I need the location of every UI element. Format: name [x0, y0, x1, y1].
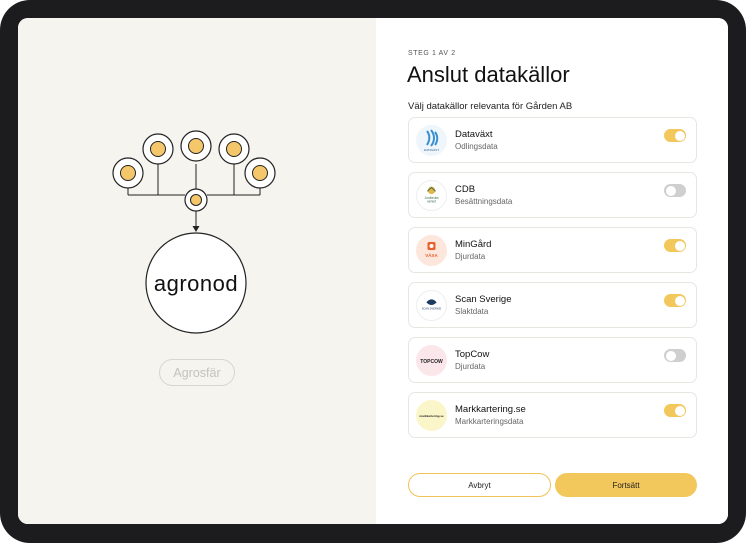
source-toggle-cdb[interactable]: [664, 184, 686, 197]
source-card-cdb[interactable]: Jordbruks verket CDB Besättningsdata: [408, 172, 697, 218]
svg-text:markkartering.se: markkartering.se: [419, 414, 444, 418]
topcow-logo-icon: TOPCOW: [416, 345, 447, 376]
hub-node: [184, 188, 208, 212]
source-card-datavaxt[interactable]: DATAVÄXT Dataväxt Odlingsdata: [408, 117, 697, 163]
markkartering-logo-icon: markkartering.se: [416, 400, 447, 431]
source-node-4: [218, 133, 250, 165]
source-name: Markkartering.se: [455, 404, 526, 415]
source-card-markkartering[interactable]: markkartering.se Markkartering.se Markka…: [408, 392, 697, 438]
source-toggle-markkartering[interactable]: [664, 404, 686, 417]
screen: agronod Agrosfär STEG 1 AV 2 Anslut data…: [18, 18, 728, 524]
source-name: CDB: [455, 184, 476, 195]
source-name: Dataväxt: [455, 129, 493, 140]
continue-button[interactable]: Fortsätt: [555, 473, 697, 497]
source-node-2: [142, 133, 174, 165]
source-name: Scan Sverige: [455, 294, 512, 305]
source-description: Markkarteringsdata: [455, 417, 524, 426]
source-card-mingard[interactable]: VÄXA MinGård Djurdata: [408, 227, 697, 273]
datavaxt-logo-icon: DATAVÄXT: [416, 125, 447, 156]
source-description: Djurdata: [455, 362, 486, 371]
source-name: MinGård: [455, 239, 492, 250]
source-name: TopCow: [455, 349, 490, 360]
vaxa-logo-icon: VÄXA: [416, 235, 447, 266]
source-toggle-scan-sverige[interactable]: [664, 294, 686, 307]
source-node-3: [180, 130, 212, 162]
jordbruksverket-logo-icon: Jordbruks verket: [416, 180, 447, 211]
source-card-topcow[interactable]: TOPCOW TopCow Djurdata: [408, 337, 697, 383]
left-panel: agronod Agrosfär: [18, 18, 376, 524]
source-toggle-mingard[interactable]: [664, 239, 686, 252]
data-flow-diagram: agronod: [112, 130, 276, 334]
right-panel: STEG 1 AV 2 Anslut datakällor Välj datak…: [376, 18, 728, 524]
source-description: Odlingsdata: [455, 142, 498, 151]
page-title: Anslut datakällor: [407, 62, 570, 87]
source-description: Besättningsdata: [455, 197, 513, 206]
source-toggle-datavaxt[interactable]: [664, 129, 686, 142]
source-description: Slaktdata: [455, 307, 489, 316]
step-indicator: STEG 1 AV 2: [408, 50, 456, 57]
svg-text:VÄXA: VÄXA: [425, 252, 438, 258]
source-toggle-topcow[interactable]: [664, 349, 686, 362]
cancel-button[interactable]: Avbryt: [408, 473, 551, 497]
tablet-frame: agronod Agrosfär STEG 1 AV 2 Anslut data…: [0, 0, 746, 543]
source-node-5: [244, 157, 276, 189]
source-node-1: [112, 157, 144, 189]
source-card-scan-sverige[interactable]: SCAN SVERIGE Scan Sverige Slaktdata: [408, 282, 697, 328]
page-subtitle: Välj datakällor relevanta för Gården AB: [408, 101, 573, 112]
svg-text:TOPCOW: TOPCOW: [420, 359, 443, 365]
scan-logo-icon: SCAN SVERIGE: [416, 290, 447, 321]
svg-text:DATAVÄXT: DATAVÄXT: [424, 148, 439, 152]
source-description: Djurdata: [455, 252, 486, 261]
svg-text:SCAN SVERIGE: SCAN SVERIGE: [422, 307, 442, 311]
svg-text:verket: verket: [427, 200, 436, 204]
brand-logo-text: agronod: [154, 271, 238, 296]
agrosfar-button[interactable]: Agrosfär: [159, 359, 235, 386]
